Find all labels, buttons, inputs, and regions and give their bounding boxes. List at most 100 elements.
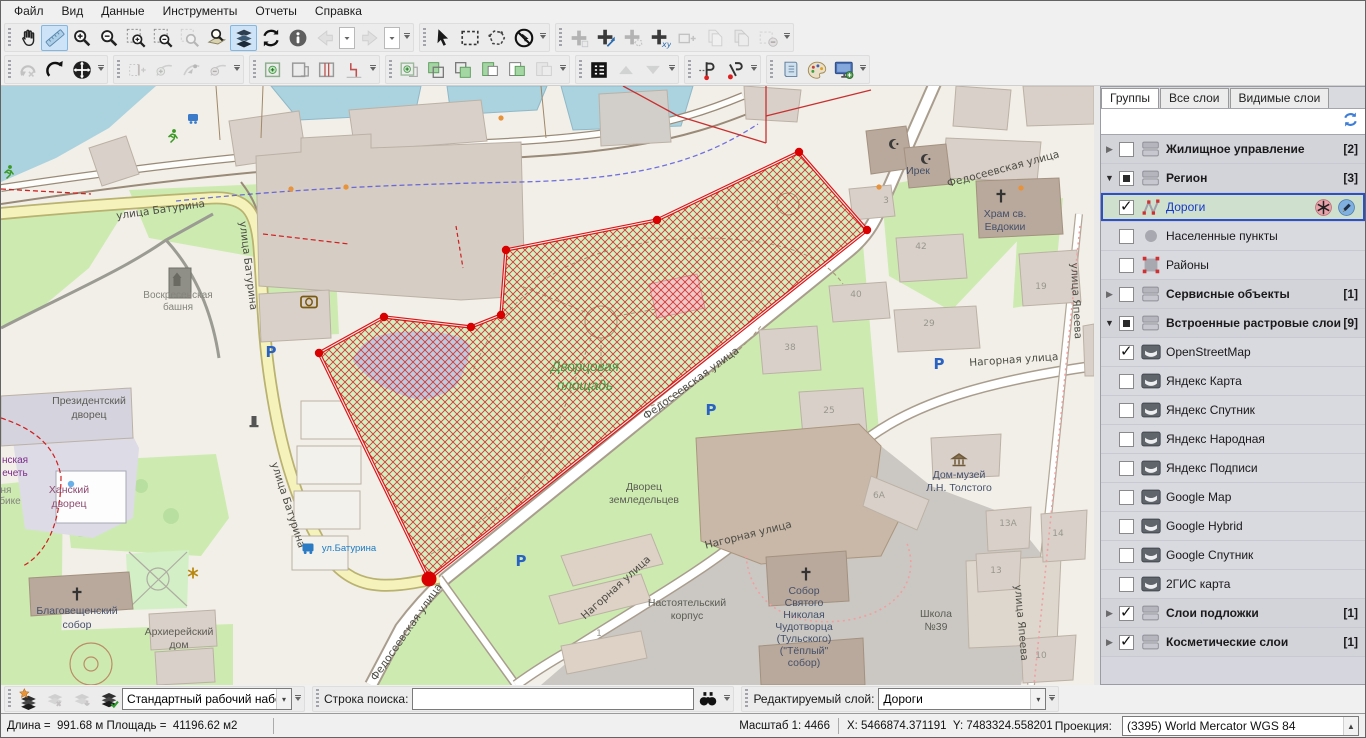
menu-file[interactable]: Файл bbox=[5, 2, 53, 20]
topo-shell-button[interactable] bbox=[286, 57, 313, 83]
zoom-out-rect-button[interactable] bbox=[149, 25, 176, 51]
toolbar-overflow-icon[interactable] bbox=[538, 27, 548, 49]
toolbar-grip[interactable] bbox=[770, 60, 773, 80]
toolbar-grip[interactable] bbox=[389, 60, 392, 80]
layer-row-сервисные-объекты[interactable]: ▶Сервисные объекты[1] bbox=[1101, 280, 1365, 309]
toolbar-grip[interactable] bbox=[8, 689, 11, 709]
rotate-mode-button[interactable] bbox=[41, 57, 68, 83]
toolbar-overflow-icon[interactable] bbox=[232, 59, 242, 81]
map-canvas[interactable]: улица Батуринаулица Батуринаулица Батури… bbox=[1, 86, 1094, 685]
layer-checkbox[interactable] bbox=[1119, 316, 1134, 331]
collapse-arrow-icon[interactable]: ▼ bbox=[1101, 318, 1118, 328]
snap-line-button[interactable] bbox=[694, 57, 721, 83]
measure-ruler-button[interactable] bbox=[41, 25, 68, 51]
layer-checkbox[interactable] bbox=[1119, 258, 1134, 273]
toolbar-overflow-icon[interactable] bbox=[667, 59, 677, 81]
create-line-button[interactable] bbox=[592, 25, 619, 51]
edit-layer-combo[interactable]: Дороги ▾ bbox=[878, 688, 1046, 710]
layer-checkbox[interactable] bbox=[1119, 490, 1134, 505]
dropdown-button[interactable] bbox=[339, 27, 355, 49]
workspace-combo[interactable]: Стандартный рабочий набор ▾ bbox=[122, 688, 292, 710]
layer-edit-icon[interactable] bbox=[1337, 198, 1356, 217]
toolbar-overflow-icon[interactable] bbox=[368, 59, 378, 81]
toolbar-overflow-icon[interactable] bbox=[1047, 688, 1057, 710]
layer-row-яндекс-карта[interactable]: Яндекс Карта bbox=[1101, 367, 1365, 396]
zoom-lens-button[interactable] bbox=[203, 25, 230, 51]
expand-arrow-icon[interactable]: ▶ bbox=[1101, 289, 1118, 300]
combo-arrow-icon[interactable]: ▾ bbox=[276, 689, 291, 709]
toolbar-grip[interactable] bbox=[423, 28, 426, 48]
search-binoculars-button[interactable] bbox=[694, 686, 721, 712]
menu-view[interactable]: Вид bbox=[53, 2, 93, 20]
layer-checkbox[interactable] bbox=[1119, 577, 1134, 592]
toolbar-overflow-icon[interactable] bbox=[782, 27, 792, 49]
layer-row-регион[interactable]: ▼Регион[3] bbox=[1101, 164, 1365, 193]
toolbar-grip[interactable] bbox=[579, 60, 582, 80]
layer-checkbox[interactable] bbox=[1119, 142, 1134, 157]
toolbar-grip[interactable] bbox=[559, 28, 562, 48]
attr-table-button[interactable] bbox=[585, 57, 612, 83]
move-mode-button[interactable] bbox=[68, 57, 95, 83]
toolbar-grip[interactable] bbox=[688, 60, 691, 80]
layer-row-google-map[interactable]: Google Map bbox=[1101, 483, 1365, 512]
menu-reports[interactable]: Отчеты bbox=[246, 2, 305, 20]
map-viewport[interactable]: улица Батуринаулица Батуринаулица Батури… bbox=[1, 86, 1094, 685]
dropdown-button[interactable] bbox=[384, 27, 400, 49]
toolbar-grip[interactable] bbox=[253, 60, 256, 80]
collapse-arrow-icon[interactable]: ▼ bbox=[1101, 173, 1118, 183]
layer-checkbox[interactable] bbox=[1119, 403, 1134, 418]
toolbar-grip[interactable] bbox=[316, 689, 319, 709]
layer-row-районы[interactable]: Районы bbox=[1101, 251, 1365, 280]
toolbar-grip[interactable] bbox=[8, 60, 11, 80]
area-intersect-button[interactable] bbox=[449, 57, 476, 83]
expand-arrow-icon[interactable]: ▶ bbox=[1101, 637, 1118, 648]
area-sub-back-button[interactable] bbox=[503, 57, 530, 83]
layer-row-жилищное-управление[interactable]: ▶Жилищное управление[2] bbox=[1101, 135, 1365, 164]
combo-arrow-icon[interactable]: ▾ bbox=[1030, 689, 1045, 709]
layer-row-google-hybrid[interactable]: Google Hybrid bbox=[1101, 512, 1365, 541]
layers-button[interactable] bbox=[230, 25, 257, 51]
layer-row-openstreetmap[interactable]: OpenStreetMap bbox=[1101, 338, 1365, 367]
workspace-save-button[interactable] bbox=[95, 686, 122, 712]
layer-row-яндекс-подписи[interactable]: Яндекс Подписи bbox=[1101, 454, 1365, 483]
topo-columns-button[interactable] bbox=[313, 57, 340, 83]
area-sub-front-button[interactable] bbox=[476, 57, 503, 83]
area-union-button[interactable] bbox=[422, 57, 449, 83]
layer-checkbox[interactable] bbox=[1119, 519, 1134, 534]
zoom-in-button[interactable] bbox=[68, 25, 95, 51]
select-cancel-button[interactable] bbox=[510, 25, 537, 51]
create-by-coords-button[interactable]: xy bbox=[646, 25, 673, 51]
layer-checkbox[interactable] bbox=[1119, 171, 1134, 186]
area-create-button[interactable] bbox=[395, 57, 422, 83]
layer-row-яндекс-спутник[interactable]: Яндекс Спутник bbox=[1101, 396, 1365, 425]
layer-checkbox[interactable] bbox=[1119, 287, 1134, 302]
toolbar-grip[interactable] bbox=[745, 689, 748, 709]
info-button[interactable] bbox=[284, 25, 311, 51]
layer-checkbox[interactable] bbox=[1119, 548, 1134, 563]
tab-all-layers[interactable]: Все слои bbox=[1160, 88, 1229, 108]
layer-row-яндекс-народная[interactable]: Яндекс Народная bbox=[1101, 425, 1365, 454]
pan-hand-button[interactable] bbox=[14, 25, 41, 51]
layer-row-населенные-пункты[interactable]: Населенные пункты bbox=[1101, 222, 1365, 251]
expand-arrow-icon[interactable]: ▶ bbox=[1101, 608, 1118, 619]
combo-arrow-up-icon[interactable]: ▲ bbox=[1343, 717, 1358, 735]
menu-help[interactable]: Справка bbox=[306, 2, 371, 20]
toolbar-overflow-icon[interactable] bbox=[293, 688, 303, 710]
tab-visible-layers[interactable]: Видимые слои bbox=[1230, 88, 1330, 108]
toolbar-overflow-icon[interactable] bbox=[722, 688, 732, 710]
journal-button[interactable] bbox=[776, 57, 803, 83]
projection-combo[interactable]: (3395) World Mercator WGS 84 ▲ bbox=[1122, 716, 1359, 736]
topo-create-button[interactable] bbox=[259, 57, 286, 83]
workspace-new-button[interactable] bbox=[14, 686, 41, 712]
layer-row-встроенные-растровые-слои[interactable]: ▼Встроенные растровые слои[9] bbox=[1101, 309, 1365, 338]
toolbar-overflow-icon[interactable] bbox=[402, 27, 412, 49]
select-arrow-button[interactable] bbox=[429, 25, 456, 51]
layer-row-косметические-слои[interactable]: ▶Косметические слои[1] bbox=[1101, 628, 1365, 657]
render-settings-button[interactable] bbox=[830, 57, 857, 83]
layer-row-google-спутник[interactable]: Google Спутник bbox=[1101, 541, 1365, 570]
toolbar-overflow-icon[interactable] bbox=[749, 59, 759, 81]
expand-arrow-icon[interactable]: ▶ bbox=[1101, 144, 1118, 155]
refresh-layers-icon[interactable] bbox=[1341, 110, 1360, 134]
scale-indicator[interactable]: Масштаб 1: 4466 bbox=[739, 720, 830, 732]
select-rect-button[interactable] bbox=[456, 25, 483, 51]
